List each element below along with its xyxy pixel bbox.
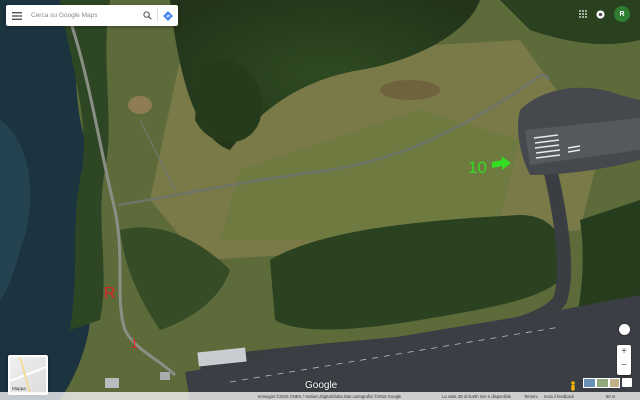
search-input[interactable]: Cerca su Google Maps xyxy=(28,12,137,19)
terms-link[interactable]: Termini xyxy=(524,394,538,399)
directions-button[interactable] xyxy=(158,5,178,26)
avatar[interactable]: R xyxy=(614,6,630,22)
zoom-out-icon[interactable]: − xyxy=(617,359,631,373)
photo-thumbnail-1[interactable] xyxy=(583,378,596,388)
shed xyxy=(160,372,170,380)
hangar xyxy=(105,378,119,388)
compass-icon[interactable] xyxy=(619,324,630,335)
feedback-link[interactable]: Invia il feedback xyxy=(544,394,574,399)
search-box: Cerca su Google Maps xyxy=(6,5,178,26)
notifications-icon[interactable] xyxy=(596,9,605,19)
google-logo: Google xyxy=(305,380,338,391)
dirt-patch xyxy=(380,80,440,100)
directions-icon xyxy=(163,10,173,21)
search-icon xyxy=(142,11,152,20)
menu-icon[interactable] xyxy=(6,5,28,26)
account-controls: R xyxy=(579,6,630,22)
search-button[interactable] xyxy=(137,5,157,26)
pegman-icon[interactable] xyxy=(569,378,577,391)
marker-1: 1 xyxy=(131,337,138,351)
earth-notice: La vista 3D di Earth non è disponibile xyxy=(442,393,512,399)
satellite-map[interactable]: 10 R 1 xyxy=(0,0,640,400)
expand-icon[interactable] xyxy=(622,378,632,387)
marker-r: R xyxy=(104,285,116,302)
photo-thumbnail-2[interactable] xyxy=(596,378,609,388)
marker-10: 10 xyxy=(468,158,487,177)
zoom-control[interactable]: + − xyxy=(617,345,631,375)
scale-label: 50 m xyxy=(606,393,616,399)
zoom-in-icon[interactable]: + xyxy=(617,345,631,359)
clearing xyxy=(128,96,152,114)
photo-thumbnail-3[interactable] xyxy=(609,378,620,388)
apps-grid-icon[interactable] xyxy=(579,10,587,18)
attribution-bar: Immagini ©2016 CNES / Astrium,DigitalGlo… xyxy=(0,392,640,400)
map-layer-label: Mappa xyxy=(12,386,26,391)
imagery-credit: Immagini ©2016 CNES / Astrium,DigitalGlo… xyxy=(258,393,402,399)
map-layer-toggle[interactable]: Mappa xyxy=(8,355,48,395)
